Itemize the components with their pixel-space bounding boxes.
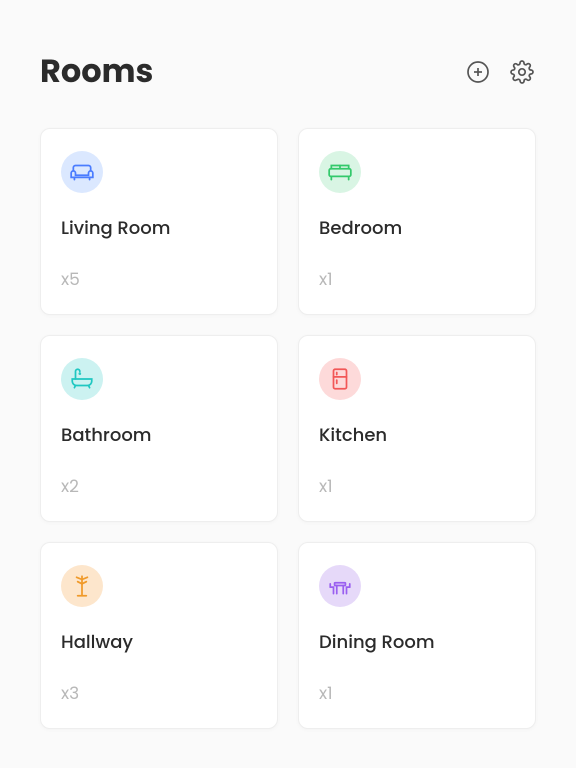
bathtub-icon [61, 358, 103, 400]
sofa-icon [61, 151, 103, 193]
room-count: x1 [319, 266, 515, 292]
room-card-bedroom[interactable]: Bedroom x1 [298, 128, 536, 315]
rooms-grid: Living Room x5 Bedroom x1 Bathroom x2 Ki… [40, 128, 536, 729]
room-title: Hallway [61, 629, 257, 656]
room-title: Bathroom [61, 422, 257, 449]
plus-circle-icon [466, 60, 490, 84]
add-button[interactable] [464, 58, 492, 86]
room-card-dining-room[interactable]: Dining Room x1 [298, 542, 536, 729]
room-count: x2 [61, 473, 257, 499]
header-actions [464, 58, 536, 86]
room-count: x5 [61, 266, 257, 292]
settings-button[interactable] [508, 58, 536, 86]
room-card-living-room[interactable]: Living Room x5 [40, 128, 278, 315]
coatrack-icon [61, 565, 103, 607]
room-count: x1 [319, 680, 515, 706]
room-card-bathroom[interactable]: Bathroom x2 [40, 335, 278, 522]
gear-icon [510, 60, 534, 84]
dining-icon [319, 565, 361, 607]
room-count: x1 [319, 473, 515, 499]
room-card-hallway[interactable]: Hallway x3 [40, 542, 278, 729]
room-title: Living Room [61, 215, 257, 242]
page-title: Rooms [40, 48, 153, 96]
room-title: Bedroom [319, 215, 515, 242]
bed-icon [319, 151, 361, 193]
room-card-kitchen[interactable]: Kitchen x1 [298, 335, 536, 522]
header: Rooms [40, 48, 536, 96]
room-title: Dining Room [319, 629, 515, 656]
fridge-icon [319, 358, 361, 400]
room-title: Kitchen [319, 422, 515, 449]
room-count: x3 [61, 680, 257, 706]
